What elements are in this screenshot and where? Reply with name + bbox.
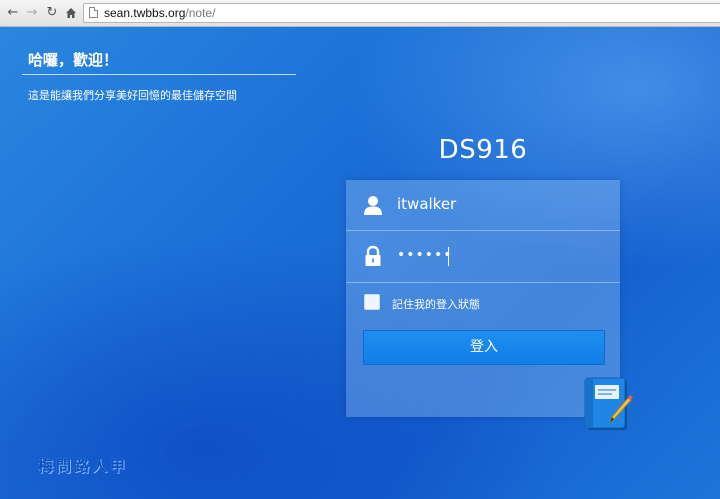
watermark: 梅問路人甲 <box>38 457 129 475</box>
address-bar[interactable]: sean.twbbs.org/note/ <box>83 3 720 23</box>
password-value: •••••• <box>397 247 453 263</box>
user-icon <box>364 196 382 215</box>
username-value: itwalker <box>397 195 457 213</box>
reload-icon[interactable]: ↻ <box>45 5 59 21</box>
username-field[interactable]: itwalker <box>346 180 620 230</box>
welcome-title: 哈囉，歡迎！ <box>28 51 119 69</box>
text-caret <box>448 247 449 266</box>
remember-me-checkbox[interactable] <box>364 294 380 310</box>
page-icon <box>89 7 98 18</box>
remember-me-label[interactable]: 記住我的登入狀態 <box>392 296 480 312</box>
server-name: DS916 <box>438 135 528 165</box>
welcome-subtitle: 這是能讓我們分享美好回憶的最佳儲存空間 <box>28 89 237 102</box>
home-icon[interactable] <box>64 5 78 21</box>
login-button[interactable]: 登入 <box>363 330 605 365</box>
lock-icon <box>365 245 381 266</box>
password-field[interactable]: •••••• <box>346 231 620 281</box>
note-station-icon <box>584 377 633 430</box>
login-page: 哈囉，歡迎！ 這是能讓我們分享美好回憶的最佳儲存空間 DS916 itwalke… <box>0 27 720 499</box>
url-text: sean.twbbs.org/note/ <box>104 6 216 20</box>
back-arrow-icon[interactable]: ← <box>6 5 20 21</box>
field-divider <box>346 282 620 283</box>
forward-arrow-icon[interactable]: → <box>25 5 39 21</box>
browser-toolbar: ← → ↻ sean.twbbs.org/note/ <box>0 0 720 27</box>
welcome-divider <box>22 74 296 75</box>
login-panel: itwalker •••••• 記住我的登入狀態 登入 <box>346 180 620 417</box>
